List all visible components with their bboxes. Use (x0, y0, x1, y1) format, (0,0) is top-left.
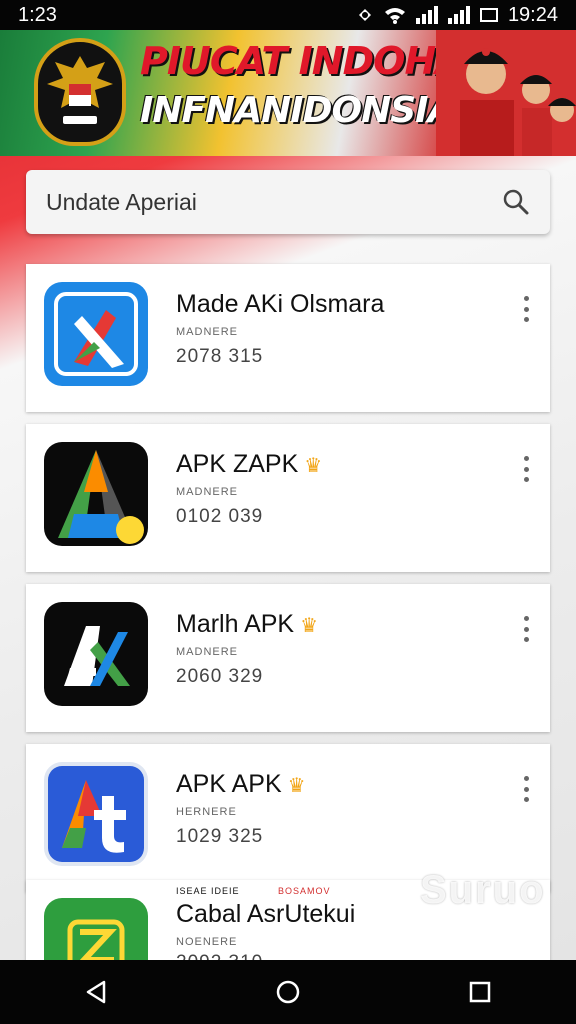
home-icon[interactable] (274, 978, 302, 1006)
app-subtitle: HERNERE (176, 806, 237, 818)
banner-title: PIUCAT INDOHAN INFNANIDONSIA (140, 36, 495, 136)
status-icons: 19:24 (356, 4, 558, 27)
tiny-label-right: BOSAMOV (278, 886, 331, 896)
garuda-emblem-icon (34, 38, 126, 146)
signal-icon (415, 6, 438, 24)
at-app-icon (44, 762, 148, 866)
navigation-bar (0, 960, 576, 1024)
crown-icon: ♛ (304, 455, 323, 477)
battery-icon (479, 8, 498, 22)
search-input[interactable]: Undate Aperiai (46, 189, 502, 216)
recents-icon[interactable] (466, 978, 494, 1006)
app-name: APK APK ♛ (176, 770, 306, 798)
signal-icon (447, 6, 470, 24)
search-icon[interactable] (502, 188, 530, 216)
people-illustration (436, 30, 576, 156)
more-options-icon[interactable] (522, 296, 530, 322)
app-name: APK ZAPK ♛ (176, 450, 323, 478)
app-number: 1029 325 (176, 826, 264, 847)
app-number: 2078 315 (176, 346, 264, 367)
more-options-icon[interactable] (522, 776, 530, 802)
more-options-icon[interactable] (522, 616, 530, 642)
app-subtitle: MADNERE (176, 326, 239, 338)
app-number: 2060 329 (176, 666, 264, 687)
banner-title-line2: INFNANIDONSIA (140, 90, 455, 131)
ax-app-icon (44, 602, 148, 706)
app-name: Marlh APK ♛ (176, 610, 319, 638)
wifi-icon (384, 8, 405, 24)
app-name: Cabal AsrUtekui (176, 900, 356, 928)
banner-title-line1: PIUCAT INDOHAN (140, 39, 495, 83)
nfc-icon (358, 9, 371, 21)
list-item[interactable]: APK ZAPK ♛ MADNERE 0102 039 (26, 424, 550, 572)
app-number: 0102 039 (176, 506, 264, 527)
search-bar[interactable]: Undate Aperiai (26, 170, 550, 234)
list-item[interactable]: Made AKi Olsmara MADNERE 2078 315 (26, 264, 550, 412)
crown-icon: ♛ (300, 615, 319, 637)
watermark: Suruo (420, 868, 546, 912)
back-icon[interactable] (82, 978, 110, 1006)
app-subtitle: NOENERE (176, 936, 238, 948)
app-subtitle: MADNERE (176, 486, 239, 498)
list-item[interactable]: Marlh APK ♛ MADNERE 2060 329 (26, 584, 550, 732)
more-options-icon[interactable] (522, 456, 530, 482)
triangle-app-icon (44, 442, 148, 546)
header-banner: PIUCAT INDOHAN INFNANIDONSIA (0, 30, 576, 156)
app-name: Made AKi Olsmara (176, 290, 385, 318)
status-right-time: 19:24 (507, 3, 558, 26)
blue-x-app-icon (44, 282, 148, 386)
status-bar: 1:23 19:24 (0, 0, 576, 30)
app-subtitle: MADNERE (176, 646, 239, 658)
tiny-label-left: ISEAE IDEIE (176, 886, 240, 896)
crown-icon: ♛ (287, 775, 306, 797)
status-time: 1:23 (18, 3, 57, 26)
